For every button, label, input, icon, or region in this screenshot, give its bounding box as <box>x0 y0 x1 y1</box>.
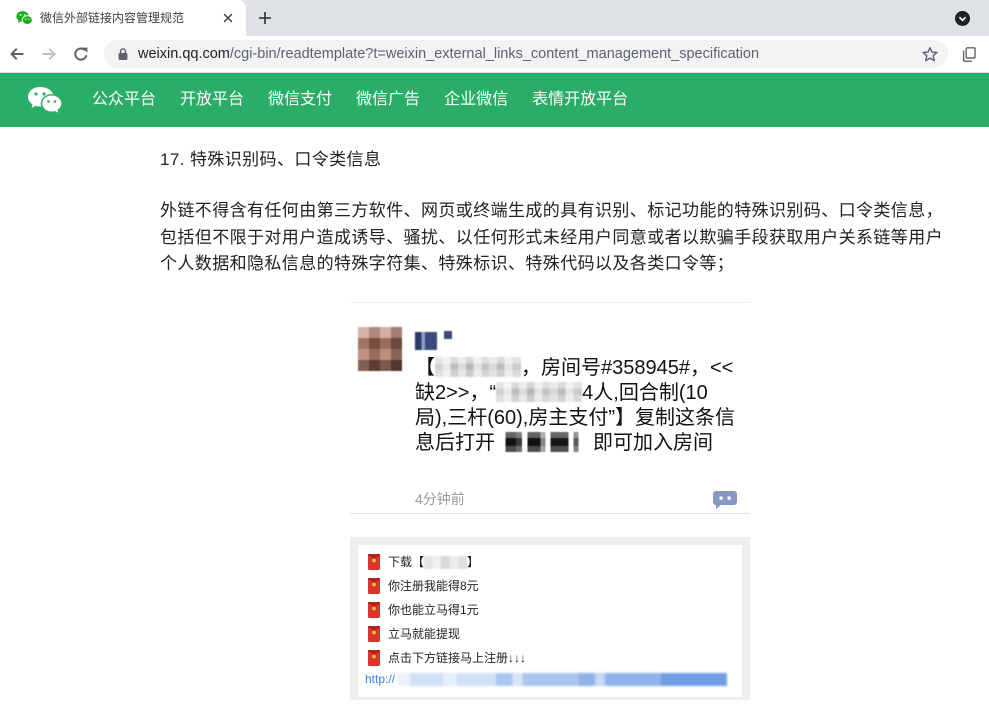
section-body: 外链不得含有任何由第三方软件、网页或终端生成的具有识别、标记功能的特殊识别码、口… <box>160 201 943 273</box>
list-item: 点击下方链接马上注册↓↓↓ <box>358 646 742 670</box>
address-bar[interactable]: weixin.qq.com/cgi-bin/readtemplate?t=wei… <box>104 40 948 68</box>
nav-item-official-accounts[interactable]: 公众平台 <box>92 73 156 127</box>
list-item-text: 下载【 】 <box>388 550 479 574</box>
list-item-text: 你注册我能得8元 <box>388 579 479 593</box>
copy-icon[interactable] <box>962 47 976 62</box>
list-item: 你注册我能得8元 <box>358 574 742 598</box>
tab-strip: 微信外部链接内容管理规范 <box>0 0 989 36</box>
list-item: 下载【 】 <box>358 550 742 574</box>
red-packet-icon <box>368 626 380 642</box>
red-packet-icon <box>368 554 380 570</box>
reload-icon[interactable] <box>73 46 89 62</box>
tab-title: 微信外部链接内容管理规范 <box>40 11 185 25</box>
plus-icon[interactable] <box>257 10 273 26</box>
blurred-username <box>415 329 459 351</box>
download-label: 下载【 <box>388 555 425 569</box>
back-arrow-icon[interactable] <box>9 46 25 62</box>
forward-arrow-icon[interactable] <box>41 46 57 62</box>
redacted-room-title <box>496 382 583 402</box>
nav-item-wechat-ads[interactable]: 微信广告 <box>356 73 420 127</box>
list-item-text: 点击下方链接马上注册↓↓↓ <box>388 651 527 665</box>
close-icon[interactable] <box>220 10 236 26</box>
link-prefix: http:// <box>365 672 396 686</box>
browser-tab[interactable]: 微信外部链接内容管理规范 <box>0 0 246 36</box>
promo-message-card: 下载【】 你注册我能得8元 你也能立马得1元 立马就能提现 点击下方链接马上注册 <box>358 545 742 697</box>
nav-item-wechat-pay[interactable]: 微信支付 <box>268 73 332 127</box>
message-open-bracket: 【 <box>415 357 435 379</box>
download-close-bracket: 】 <box>467 555 480 569</box>
nav-menu: 公众平台 开放平台 微信支付 微信广告 企业微信 表情开放平台 <box>92 73 628 127</box>
example-list-screenshot: 下载【】 你注册我能得8元 你也能立马得1元 立马就能提现 点击下方链接马上注册 <box>350 537 750 700</box>
browser-toolbar: weixin.qq.com/cgi-bin/readtemplate?t=wei… <box>0 36 989 73</box>
list-item: 立马就能提现 <box>358 622 742 646</box>
wechat-favicon-icon <box>16 10 33 26</box>
promo-link: http:// <box>365 669 728 689</box>
blurred-avatar <box>358 327 402 371</box>
list-item: 你也能立马得1元 <box>358 598 742 622</box>
message-segment-join: 即可加入房间 <box>593 432 713 454</box>
url-domain: weixin.qq.com <box>138 46 230 62</box>
nav-item-sticker-platform[interactable]: 表情开放平台 <box>532 73 628 127</box>
redacted-game-name <box>435 357 521 377</box>
lock-icon[interactable] <box>117 47 129 61</box>
url-text[interactable]: weixin.qq.com/cgi-bin/readtemplate?t=wei… <box>138 40 908 68</box>
nav-item-wecom[interactable]: 企业微信 <box>444 73 508 127</box>
comment-icon <box>713 491 737 509</box>
redacted-app-name <box>424 556 468 569</box>
list-item-text: 立马就能提现 <box>388 627 461 641</box>
red-packet-icon <box>368 650 380 666</box>
section-heading: 17. 特殊识别码、口令类信息 <box>160 150 382 169</box>
message-timestamp: 4分钟前 <box>415 491 465 507</box>
red-packet-icon <box>368 578 380 594</box>
chat-message-text: 【，房间号#358945#，<<缺2>>，“ 4人,回合制(10局),三杆(60)… <box>415 356 737 456</box>
list-item-text: 你也能立马得1元 <box>388 603 479 617</box>
redacted-link-url <box>397 673 728 686</box>
example-chat-screenshot: 【，房间号#358945#，<<缺2>>，“ 4人,回合制(10局),三杆(60)… <box>350 302 750 514</box>
redacted-app-name <box>503 432 585 452</box>
url-path: /cgi-bin/readtemplate?t=weixin_external_… <box>229 46 760 62</box>
wechat-logo-icon[interactable] <box>27 86 62 114</box>
chevron-down-circle-icon[interactable] <box>955 11 970 26</box>
red-packet-icon <box>368 602 380 618</box>
star-icon[interactable] <box>922 46 938 62</box>
nav-item-open-platform[interactable]: 开放平台 <box>180 73 244 127</box>
site-nav: 公众平台 开放平台 微信支付 微信广告 企业微信 表情开放平台 <box>0 73 989 127</box>
